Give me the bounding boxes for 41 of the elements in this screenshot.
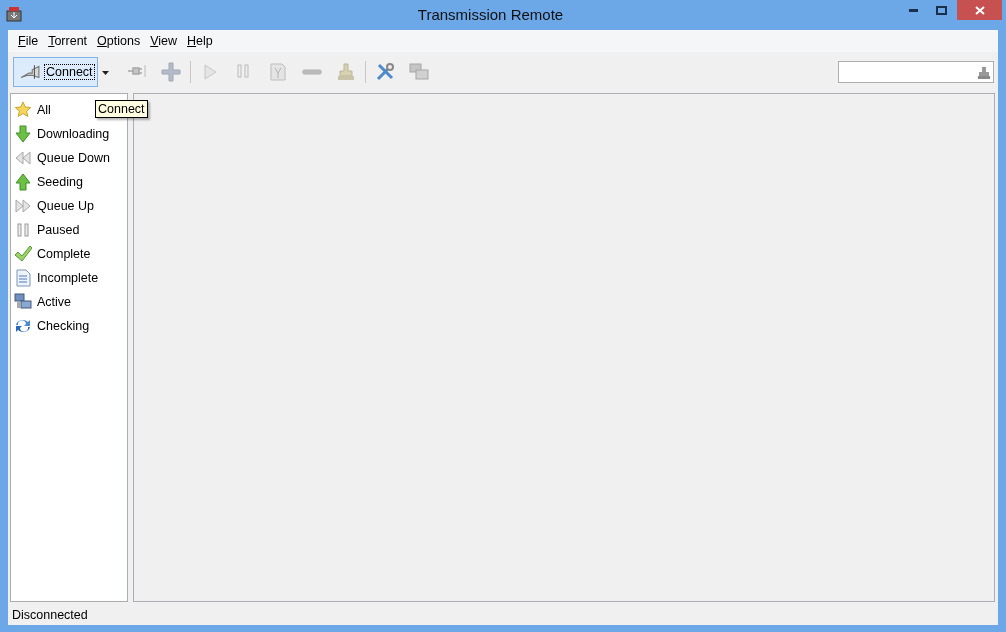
refresh-icon (14, 317, 32, 335)
filter-item[interactable]: Seeding (37, 175, 83, 189)
menu-item[interactable]: Help (182, 34, 218, 48)
filter-item[interactable]: Active (37, 295, 72, 309)
menu-item[interactable]: Options (92, 34, 146, 48)
pause-icon (14, 221, 32, 239)
close-icon (974, 5, 985, 15)
minimize-icon (908, 8, 918, 12)
stamp-icon (978, 65, 990, 79)
menu-item[interactable]: File (13, 34, 44, 48)
windows-icon (408, 62, 429, 82)
filter-item[interactable]: Incomplete (37, 271, 99, 285)
up-arrow-icon (14, 173, 32, 191)
tooltip: Connect (95, 100, 148, 118)
document-icon (267, 62, 288, 82)
search-field[interactable] (838, 61, 994, 83)
window-title: Transmission Remote (416, 5, 565, 25)
app-icon (6, 6, 22, 22)
down-arrow-icon (14, 125, 32, 143)
filter-item[interactable]: Downloading (37, 127, 110, 141)
close-button[interactable] (957, 0, 1002, 20)
connect-button[interactable]: Connect (13, 57, 98, 87)
filter-item[interactable]: All (37, 103, 51, 117)
filter-item[interactable]: Queue Down (37, 151, 110, 165)
document-icon (14, 269, 32, 287)
status-text: Disconnected (12, 608, 88, 622)
filter-item[interactable]: Paused (37, 223, 80, 237)
stamp-icon (335, 62, 356, 82)
maximize-icon (935, 5, 947, 15)
tools-icon (374, 62, 395, 82)
fast-forward-icon (14, 197, 32, 215)
menu-item[interactable]: Torrent (43, 34, 93, 48)
menu-item[interactable]: View (145, 34, 183, 48)
checkmark-icon (14, 245, 32, 263)
computers-icon (14, 293, 32, 311)
filter-item[interactable]: Complete (37, 247, 91, 261)
star-icon (14, 101, 32, 119)
rewind-icon (14, 149, 32, 167)
plus-icon (160, 62, 181, 82)
filter-item[interactable]: Checking (37, 319, 90, 333)
filter-item[interactable]: Queue Up (37, 199, 94, 213)
